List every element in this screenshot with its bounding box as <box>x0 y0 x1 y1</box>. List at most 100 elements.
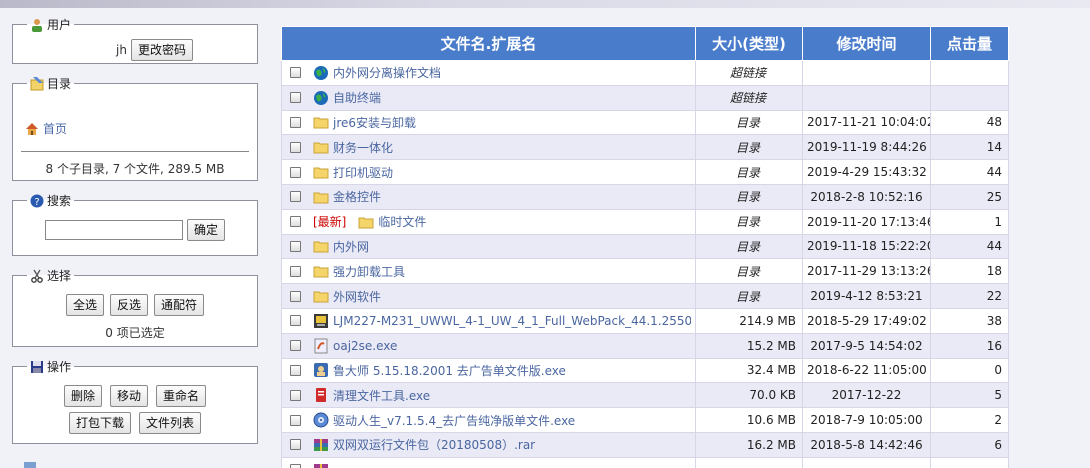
new-tag: [最新] <box>313 215 347 230</box>
row-checkbox[interactable] <box>290 191 301 203</box>
cell-size: 15.2 MB <box>695 332 803 359</box>
cell-filename: 打印机驱动 <box>281 159 696 185</box>
rename-button[interactable]: 重命名 <box>156 385 207 407</box>
directory-divider <box>21 151 249 152</box>
cell-size <box>695 456 803 468</box>
search-confirm-button[interactable]: 确定 <box>186 219 225 241</box>
row-checkbox[interactable] <box>290 141 301 153</box>
file-link[interactable]: 清理文件工具.exe <box>333 387 430 404</box>
row-checkbox[interactable] <box>290 389 301 401</box>
red-app-icon <box>313 387 329 403</box>
table-row[interactable]: 强力卸载工具 目录 2017-11-29 13:13:26 18 <box>281 258 1009 285</box>
cell-filename: 金格控件 <box>281 183 696 210</box>
header-size[interactable]: 大小(类型) <box>695 26 803 61</box>
table-row[interactable]: 驱动人生_v7.1.5.4_去广告纯净版单文件.exe 10.6 MB 2018… <box>281 407 1009 433</box>
table-row[interactable]: 内外网分离操作文档 超链接 <box>281 60 1009 86</box>
table-row[interactable]: jre6安装与卸载 目录 2017-11-21 10:04:02 48 <box>281 109 1009 136</box>
delete-button[interactable]: 删除 <box>63 385 102 407</box>
file-link[interactable]: 强力卸载工具 <box>333 263 405 280</box>
scissors-icon <box>31 269 43 283</box>
wildcard-button[interactable]: 通配符 <box>154 294 205 316</box>
pack-download-button[interactable]: 打包下载 <box>68 412 131 434</box>
cell-modified: 2018-5-8 14:42:46 <box>802 431 931 458</box>
cell-size: 超链接 <box>695 84 803 111</box>
operations-legend-label: 操作 <box>47 360 72 374</box>
row-checkbox[interactable] <box>290 166 301 178</box>
row-checkbox[interactable] <box>290 340 301 352</box>
folder-icon <box>313 114 329 130</box>
invert-selection-button[interactable]: 反选 <box>109 294 148 316</box>
cell-size: 目录 <box>695 134 803 161</box>
row-checkbox[interactable] <box>290 265 301 277</box>
table-row[interactable]: 财务一体化 目录 2019-11-19 8:44:26 14 <box>281 134 1009 161</box>
directory-icon <box>30 76 44 90</box>
row-checkbox[interactable] <box>290 290 301 302</box>
table-row[interactable]: 自助终端 超链接 <box>281 84 1009 111</box>
file-link[interactable]: 外网软件 <box>333 288 381 305</box>
cell-modified: 2019-11-18 15:22:20 <box>802 233 931 260</box>
row-checkbox[interactable] <box>290 364 301 376</box>
table-row[interactable]: 外网软件 目录 2019-4-12 8:53:21 22 <box>281 283 1009 309</box>
table-row[interactable]: 内外网 目录 2019-11-18 15:22:20 44 <box>281 233 1009 260</box>
table-row[interactable]: oaj2se.exe 15.2 MB 2017-9-5 14:54:02 16 <box>281 332 1009 359</box>
cell-filename: 鲁大师 5.15.18.2001 去广告单文件版.exe <box>281 357 696 384</box>
cell-size: 16.2 MB <box>695 431 803 458</box>
file-link[interactable]: 鲁大师 5.15.18.2001 去广告单文件版.exe <box>333 362 566 379</box>
header-modified[interactable]: 修改时间 <box>802 26 931 61</box>
row-checkbox[interactable] <box>290 464 301 468</box>
file-link[interactable]: 临时文件 <box>378 213 426 230</box>
search-legend: ? 搜索 <box>27 192 74 209</box>
file-link[interactable]: oaj2se.exe <box>333 339 397 353</box>
home-link-label: 首页 <box>43 122 68 136</box>
row-checkbox[interactable] <box>290 92 301 104</box>
file-link[interactable]: 内外网 <box>333 238 369 255</box>
table-row[interactable]: 打印机驱动 目录 2019-4-29 15:43:32 44 <box>281 159 1009 185</box>
file-link[interactable]: 驱动人生_v7.1.5.4_去广告纯净版单文件.exe <box>333 412 575 429</box>
file-rows: 内外网分离操作文档 超链接 自助终端 超链接 jre6安装与卸载 目录 2017… <box>281 60 1009 468</box>
cell-filename: 自助终端 <box>281 84 696 111</box>
row-checkbox[interactable] <box>290 67 301 79</box>
row-checkbox[interactable] <box>290 216 301 228</box>
exe-icon <box>313 338 329 354</box>
table-row[interactable]: 金格控件 目录 2018-2-8 10:52:16 25 <box>281 183 1009 210</box>
search-input[interactable] <box>44 220 183 240</box>
change-password-button[interactable]: 更改密码 <box>130 39 193 61</box>
move-button[interactable]: 移动 <box>109 385 148 407</box>
row-checkbox[interactable] <box>290 315 301 327</box>
user-legend: 用户 <box>27 16 74 33</box>
cell-size: 超链接 <box>695 60 803 86</box>
cell-hits: 2 <box>930 407 1009 433</box>
header-filename[interactable]: 文件名.扩展名 <box>281 26 696 61</box>
table-row[interactable]: 双网双运行文件包（20180508）.rar 16.2 MB 2018-5-8 … <box>281 431 1009 458</box>
cell-size: 10.6 MB <box>695 407 803 433</box>
cell-modified: 2017-9-5 14:54:02 <box>802 332 931 359</box>
disc-icon <box>313 412 329 428</box>
file-link[interactable]: LJM227-M231_UWWL_4-1_UW_4_1_Full_WebPack… <box>333 314 691 328</box>
home-link[interactable]: 首页 <box>25 120 249 137</box>
table-row[interactable]: 鲁大师 5.15.18.2001 去广告单文件版.exe 32.4 MB 201… <box>281 357 1009 384</box>
select-all-button[interactable]: 全选 <box>65 294 104 316</box>
file-link[interactable]: 金格控件 <box>333 188 381 205</box>
row-checkbox[interactable] <box>290 116 301 128</box>
folder-icon <box>313 164 329 180</box>
row-checkbox[interactable] <box>290 414 301 426</box>
cell-modified: 2018-5-29 17:49:02 <box>802 307 931 334</box>
file-link[interactable]: 财务一体化 <box>333 139 393 156</box>
row-checkbox[interactable] <box>290 439 301 451</box>
table-row[interactable] <box>281 456 1009 468</box>
table-row[interactable]: [最新] 临时文件 目录 2019-11-20 17:13:46 1 <box>281 208 1009 235</box>
cell-modified: 2018-7-9 10:05:00 <box>802 407 931 433</box>
file-list-button[interactable]: 文件列表 <box>139 412 202 434</box>
table-row[interactable]: 清理文件工具.exe 70.0 KB 2017-12-22 5 <box>281 382 1009 409</box>
file-link[interactable]: 内外网分离操作文档 <box>333 64 441 81</box>
file-link[interactable]: 双网双运行文件包（20180508）.rar <box>333 436 535 453</box>
file-link[interactable]: 打印机驱动 <box>333 164 393 181</box>
table-row[interactable]: LJM227-M231_UWWL_4-1_UW_4_1_Full_WebPack… <box>281 307 1009 334</box>
user-panel: 用户 jh 更改密码 <box>12 16 258 64</box>
cell-size: 目录 <box>695 233 803 260</box>
selection-status: 0 项已选定 <box>105 326 165 340</box>
file-link[interactable]: jre6安装与卸载 <box>333 114 416 131</box>
header-hits[interactable]: 点击量 <box>930 26 1009 61</box>
file-link[interactable]: 自助终端 <box>333 89 381 106</box>
row-checkbox[interactable] <box>290 240 301 252</box>
